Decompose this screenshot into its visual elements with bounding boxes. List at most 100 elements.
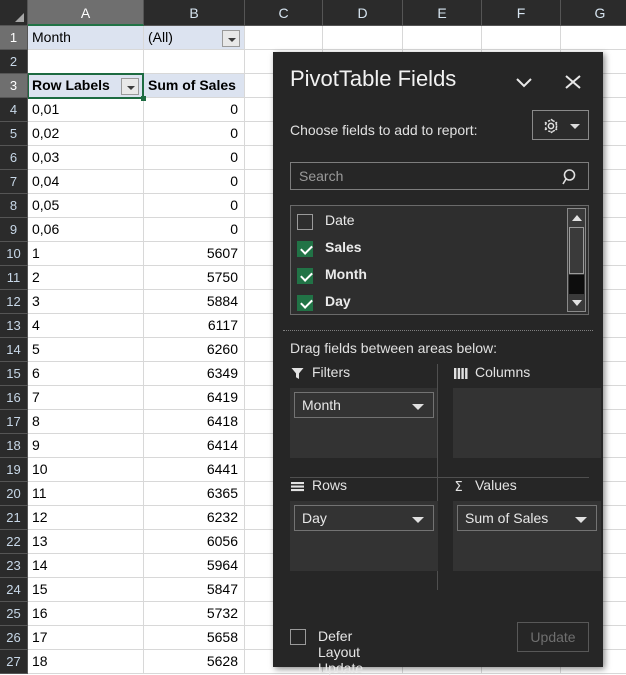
table-row-value[interactable]: 6117 — [144, 314, 245, 338]
table-row-label[interactable]: 12 — [28, 506, 144, 530]
row-header-25[interactable]: 25 — [0, 602, 28, 626]
field-checkbox-date[interactable] — [297, 214, 313, 230]
table-row-value[interactable]: 6418 — [144, 410, 245, 434]
field-checkbox-month[interactable] — [297, 268, 313, 284]
table-row-value[interactable]: 0 — [144, 170, 245, 194]
row-header-13[interactable]: 13 — [0, 314, 28, 338]
row-header-24[interactable]: 24 — [0, 578, 28, 602]
row-header-22[interactable]: 22 — [0, 530, 28, 554]
row-header-2[interactable]: 2 — [0, 50, 28, 74]
table-row-label[interactable]: 0,01 — [28, 98, 144, 122]
table-row-label[interactable]: 10 — [28, 458, 144, 482]
scrollbar-thumb[interactable] — [569, 227, 584, 274]
row-header-16[interactable]: 16 — [0, 386, 28, 410]
row-header-19[interactable]: 19 — [0, 458, 28, 482]
row-header-20[interactable]: 20 — [0, 482, 28, 506]
table-row-value[interactable]: 5847 — [144, 578, 245, 602]
cell-a1-filter-label[interactable]: Month — [28, 26, 144, 50]
row-header-21[interactable]: 21 — [0, 506, 28, 530]
cell-empty[interactable] — [403, 26, 482, 50]
row-header-10[interactable]: 10 — [0, 242, 28, 266]
field-checkbox-day[interactable] — [297, 295, 313, 311]
table-row-value[interactable]: 5658 — [144, 626, 245, 650]
row-header-3[interactable]: 3 — [0, 74, 28, 98]
search-field[interactable] — [290, 162, 589, 190]
table-row-label[interactable]: 18 — [28, 650, 144, 674]
cell-empty[interactable] — [323, 26, 403, 50]
defer-layout-update-checkbox[interactable] — [290, 629, 306, 645]
column-header-d[interactable]: D — [323, 0, 403, 26]
table-row-value[interactable]: 5750 — [144, 266, 245, 290]
field-list-tools-button[interactable] — [532, 110, 589, 140]
column-header-f[interactable]: F — [482, 0, 561, 26]
table-row-value[interactable]: 5884 — [144, 290, 245, 314]
table-row-value[interactable]: 6349 — [144, 362, 245, 386]
table-row-value[interactable]: 6414 — [144, 434, 245, 458]
table-row-value[interactable]: 6419 — [144, 386, 245, 410]
cell-empty[interactable] — [245, 26, 323, 50]
column-header-b[interactable]: B — [144, 0, 245, 26]
column-header-g[interactable]: G — [561, 0, 626, 26]
table-row-value[interactable]: 0 — [144, 146, 245, 170]
row-header-26[interactable]: 26 — [0, 626, 28, 650]
table-row-value[interactable]: 6260 — [144, 338, 245, 362]
row-header-23[interactable]: 23 — [0, 554, 28, 578]
table-row-value[interactable]: 0 — [144, 98, 245, 122]
table-row-label[interactable]: 0,02 — [28, 122, 144, 146]
area-values-dropzone[interactable]: Sum of Sales — [453, 501, 601, 571]
row-header-17[interactable]: 17 — [0, 410, 28, 434]
scrollbar-track[interactable] — [569, 275, 584, 295]
cell-empty[interactable] — [144, 50, 245, 74]
table-row-label[interactable]: 15 — [28, 578, 144, 602]
field-list-item-date[interactable]: Date — [297, 209, 547, 236]
row-labels-dropdown-button[interactable] — [121, 78, 139, 95]
row-header-1[interactable]: 1 — [0, 26, 28, 50]
table-row-label[interactable]: 4 — [28, 314, 144, 338]
table-row-label[interactable]: 13 — [28, 530, 144, 554]
table-row-value[interactable]: 6365 — [144, 482, 245, 506]
field-checkbox-sales[interactable] — [297, 241, 313, 257]
field-list-scrollbar[interactable] — [567, 208, 586, 312]
row-header-8[interactable]: 8 — [0, 194, 28, 218]
table-row-value[interactable]: 5732 — [144, 602, 245, 626]
column-header-a[interactable]: A — [28, 0, 144, 26]
area-field-sum-of-sales[interactable]: Sum of Sales — [457, 505, 597, 531]
field-list-item-month[interactable]: Month — [297, 263, 547, 290]
field-list-item-sales[interactable]: Sales — [297, 236, 547, 263]
table-row-label[interactable]: 11 — [28, 482, 144, 506]
table-row-value[interactable]: 6232 — [144, 506, 245, 530]
table-row-label[interactable]: 8 — [28, 410, 144, 434]
table-row-value[interactable]: 0 — [144, 218, 245, 242]
table-row-value[interactable]: 6441 — [144, 458, 245, 482]
area-field-month[interactable]: Month — [294, 392, 434, 418]
row-header-18[interactable]: 18 — [0, 434, 28, 458]
row-header-5[interactable]: 5 — [0, 122, 28, 146]
table-row-label[interactable]: 5 — [28, 338, 144, 362]
area-filters-dropzone[interactable]: Month — [290, 388, 438, 458]
row-header-12[interactable]: 12 — [0, 290, 28, 314]
search-input[interactable] — [299, 163, 554, 189]
area-field-day[interactable]: Day — [294, 505, 434, 531]
table-row-label[interactable]: 0,06 — [28, 218, 144, 242]
table-row-label[interactable]: 16 — [28, 602, 144, 626]
row-header-11[interactable]: 11 — [0, 266, 28, 290]
report-filter-dropdown-button[interactable] — [222, 30, 240, 47]
scroll-down-arrow-icon[interactable] — [568, 294, 585, 311]
row-header-4[interactable]: 4 — [0, 98, 28, 122]
row-header-27[interactable]: 27 — [0, 650, 28, 674]
chevron-down-icon[interactable] — [412, 404, 424, 410]
table-row-value[interactable]: 0 — [144, 194, 245, 218]
table-row-label[interactable]: 17 — [28, 626, 144, 650]
table-row-label[interactable]: 9 — [28, 434, 144, 458]
chevron-down-icon[interactable] — [575, 517, 587, 523]
table-row-label[interactable]: 6 — [28, 362, 144, 386]
select-all-corner[interactable] — [0, 0, 28, 26]
fill-handle[interactable] — [141, 96, 146, 101]
update-button[interactable]: Update — [517, 622, 589, 652]
scroll-up-arrow-icon[interactable] — [568, 209, 585, 226]
cell-empty[interactable] — [561, 26, 626, 50]
chevron-down-icon[interactable] — [511, 70, 537, 94]
cell-empty[interactable] — [28, 50, 144, 74]
table-row-label[interactable]: 0,05 — [28, 194, 144, 218]
table-row-value[interactable]: 6056 — [144, 530, 245, 554]
